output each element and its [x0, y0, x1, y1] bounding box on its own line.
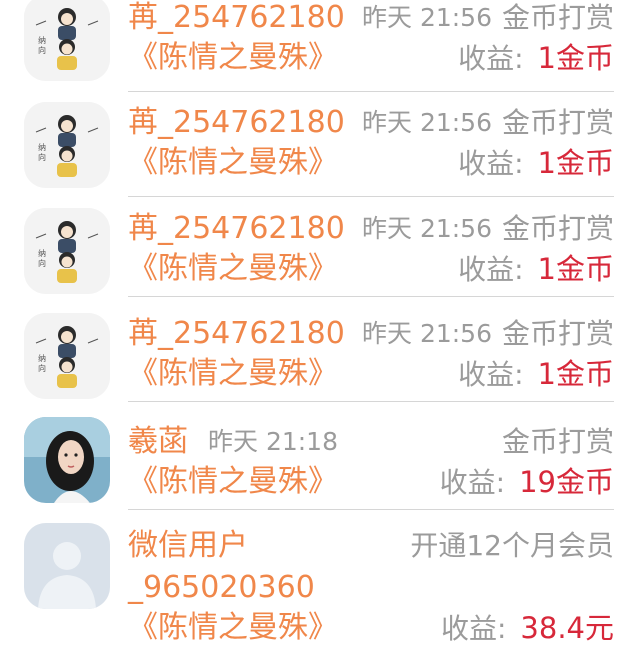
avatar[interactable]: 纳 向 — [24, 208, 110, 294]
income-value: 1金币 — [537, 252, 614, 286]
income-value: 1金币 — [537, 357, 614, 391]
reward-type: 金币打赏 — [501, 1, 614, 34]
list-item[interactable]: 微信用户 _965020360 开通12个月会员 《陈情之曼殊》 收益: 38.4… — [0, 517, 640, 667]
username-line-2[interactable]: _965020360 — [128, 571, 315, 605]
svg-text:向: 向 — [38, 258, 46, 268]
svg-text:纳: 纳 — [38, 353, 46, 363]
income-value: 1金币 — [537, 146, 614, 180]
divider — [128, 401, 614, 402]
cartoon-avatar-icon: 纳 向 — [24, 102, 110, 188]
svg-text:向: 向 — [38, 152, 46, 162]
income-label: 收益: — [458, 358, 524, 391]
book-title[interactable]: 《陈情之曼殊》 — [128, 252, 338, 286]
list-item[interactable]: 纳 向 苒_254762180 昨天 21:56 金币打赏 《陈情之曼殊》 收益… — [0, 204, 640, 310]
income: 收益: 1金币 — [458, 41, 614, 76]
list-item[interactable]: 纳 向 苒_254762180 昨天 21:56 金币打赏 《陈情之曼殊》 收益… — [0, 98, 640, 204]
avatar[interactable] — [24, 523, 110, 609]
book-title[interactable]: 《陈情之曼殊》 — [128, 41, 338, 75]
divider — [128, 91, 614, 92]
income-value: 38.4元 — [520, 611, 614, 645]
book-title[interactable]: 《陈情之曼殊》 — [128, 465, 338, 499]
avatar[interactable]: 纳 向 — [24, 0, 110, 81]
list-item[interactable]: 纳 向 苒_254762180 昨天 21:56 金币打赏 《陈情之曼殊》 收益… — [0, 0, 640, 98]
income-label: 收益: — [439, 466, 506, 499]
reward-type: 开通12个月会员 — [410, 529, 614, 562]
cartoon-avatar-icon: 纳 向 — [24, 0, 110, 81]
income-label: 收益: — [458, 147, 524, 180]
svg-text:纳: 纳 — [38, 35, 46, 45]
income-label: 收益: — [458, 253, 524, 286]
svg-text:向: 向 — [38, 45, 46, 55]
default-user-avatar-icon — [24, 523, 110, 609]
reward-type: 金币打赏 — [501, 425, 614, 458]
reward-type: 金币打赏 — [501, 317, 614, 350]
svg-text:向: 向 — [38, 363, 46, 373]
reward-record-list: 纳 向 苒_254762180 昨天 21:56 金币打赏 《陈情之曼殊》 收益… — [0, 0, 640, 667]
book-title[interactable]: 《陈情之曼殊》 — [128, 357, 338, 391]
list-item[interactable]: 羲菡 昨天 21:18 金币打赏 《陈情之曼殊》 收益: 19金币 — [0, 413, 640, 517]
income-label: 收益: — [440, 612, 507, 645]
income: 收益: 1金币 — [458, 146, 614, 181]
timestamp: 昨天 21:56 — [362, 319, 492, 348]
timestamp: 昨天 21:18 — [208, 427, 338, 456]
svg-text:纳: 纳 — [38, 248, 46, 258]
income-label: 收益: — [458, 42, 524, 75]
list-item[interactable]: 纳 向 苒_254762180 昨天 21:56 金币打赏 《陈情之曼殊》 收益… — [0, 309, 640, 413]
avatar[interactable]: 纳 向 — [24, 102, 110, 188]
book-title[interactable]: 《陈情之曼殊》 — [128, 146, 338, 180]
timestamp: 昨天 21:56 — [362, 108, 492, 137]
username[interactable]: 苒_254762180 — [128, 1, 345, 35]
username[interactable]: 苒_254762180 — [128, 212, 345, 246]
divider — [128, 509, 614, 510]
reward-type: 金币打赏 — [501, 212, 614, 245]
username[interactable]: 羲菡 — [128, 425, 188, 459]
username-line-1[interactable]: 微信用户 — [128, 529, 248, 563]
photo-avatar-icon — [24, 417, 110, 503]
income-value: 19金币 — [519, 465, 614, 499]
book-title[interactable]: 《陈情之曼殊》 — [128, 611, 338, 645]
timestamp: 昨天 21:56 — [362, 214, 492, 243]
cartoon-avatar-icon: 纳 向 — [24, 208, 110, 294]
svg-text:纳: 纳 — [38, 142, 46, 152]
income-value: 1金币 — [537, 41, 614, 75]
avatar[interactable]: 纳 向 — [24, 313, 110, 399]
income: 收益: 38.4元 — [441, 611, 614, 646]
income: 收益: 1金币 — [458, 252, 614, 287]
cartoon-avatar-icon: 纳 向 — [24, 313, 110, 399]
income: 收益: 19金币 — [440, 465, 614, 500]
timestamp: 昨天 21:56 — [362, 3, 492, 32]
income: 收益: 1金币 — [458, 357, 614, 392]
avatar[interactable] — [24, 417, 110, 503]
divider — [128, 296, 614, 297]
username[interactable]: 苒_254762180 — [128, 106, 345, 140]
username[interactable]: 苒_254762180 — [128, 317, 345, 351]
reward-type: 金币打赏 — [501, 106, 614, 139]
divider — [128, 196, 614, 197]
